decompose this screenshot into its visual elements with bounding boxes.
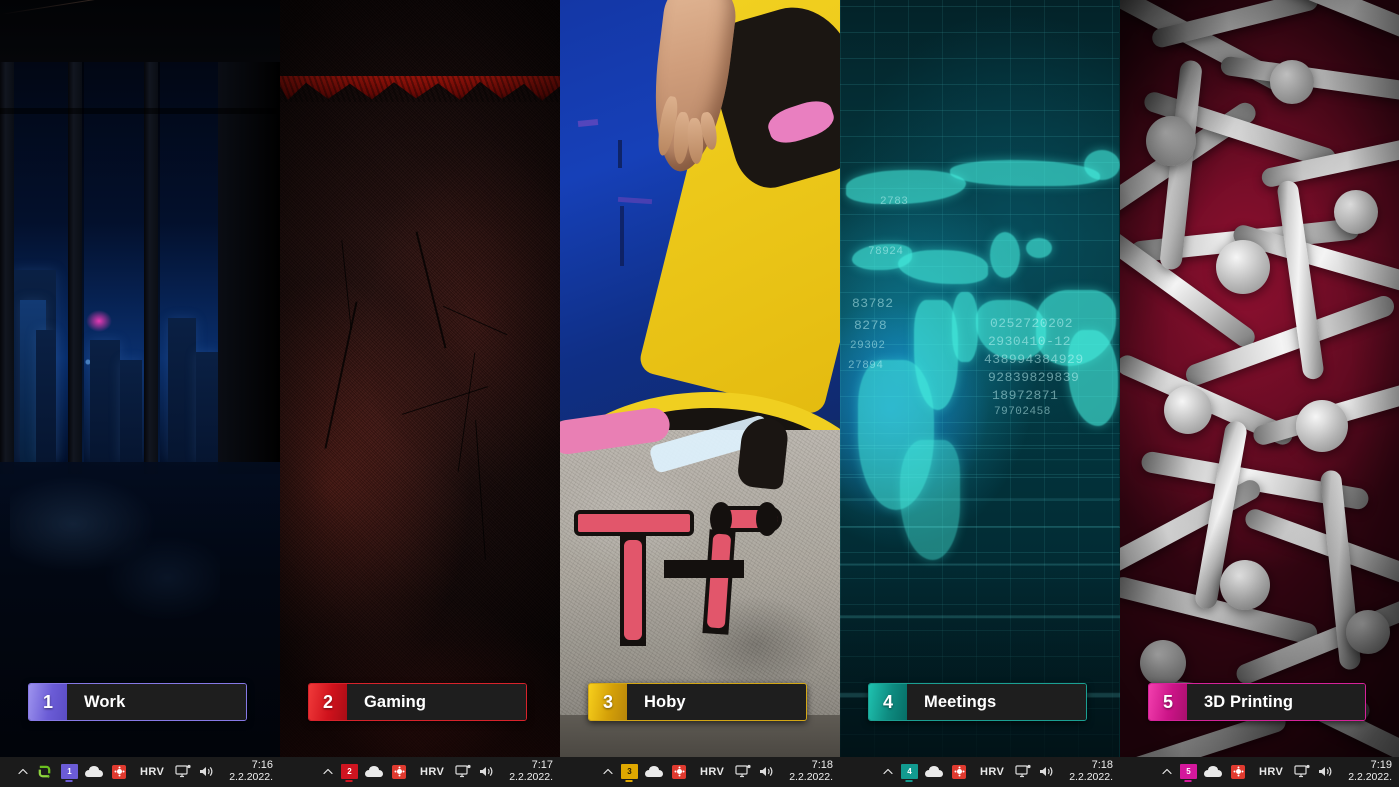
map-number: 438994384929: [984, 352, 1084, 367]
virtual-desktops-overview: 1 Work 1 HRV 7:16 2.2.2022. 2 Gaming 2 H…: [0, 0, 1399, 787]
system-tray-4[interactable]: 4 HRV 7:18 2.2.2022.: [882, 760, 1113, 783]
speaker-volume-icon[interactable]: [1038, 764, 1055, 779]
taskbar-5[interactable]: 5 HRV 7:19 2.2.2022.: [1120, 757, 1399, 787]
monitor-desktop-number-icon[interactable]: 5: [1179, 762, 1198, 781]
desktop-panel-1[interactable]: 1 Work 1 HRV 7:16 2.2.2022.: [0, 0, 280, 787]
system-tray-1[interactable]: 1 HRV 7:16 2.2.2022.: [17, 760, 273, 783]
map-number: 79702458: [994, 406, 1051, 418]
desktop-label-3[interactable]: 3 Hoby: [588, 683, 807, 721]
onedrive-cloud-icon[interactable]: [85, 762, 104, 781]
clock-5[interactable]: 7:19 2.2.2022.: [1348, 760, 1392, 784]
map-number: 18972871: [992, 388, 1059, 403]
monitor-desktop-number-icon[interactable]: 1: [60, 762, 79, 781]
speaker-volume-icon[interactable]: [198, 764, 215, 779]
desktop-label-2[interactable]: 2 Gaming: [308, 683, 527, 721]
clock-date: 2.2.2022.: [1069, 771, 1113, 784]
map-number: 2783: [880, 196, 909, 208]
speaker-volume-icon[interactable]: [478, 764, 495, 779]
taskbar-2[interactable]: 2 HRV 7:17 2.2.2022.: [280, 757, 560, 787]
desktop-name-1: Work: [67, 684, 246, 720]
chevron-up-icon[interactable]: [602, 766, 614, 778]
onedrive-cloud-icon[interactable]: [1204, 762, 1223, 781]
clock-2[interactable]: 7:17 2.2.2022.: [509, 760, 553, 784]
desktop-name-3: Hoby: [627, 684, 806, 720]
wallpaper-hoby: [560, 0, 840, 787]
red-alert-icon[interactable]: [950, 762, 969, 781]
onedrive-cloud-icon[interactable]: [365, 762, 384, 781]
clock-date: 2.2.2022.: [229, 771, 273, 784]
network-icon[interactable]: [175, 764, 192, 779]
wallpaper-3d-printing: [1120, 0, 1399, 787]
desktop-number-4: 4: [869, 684, 907, 720]
clock-date: 2.2.2022.: [789, 771, 833, 784]
monitor-desktop-number-icon[interactable]: 2: [340, 762, 359, 781]
desktop-panel-4[interactable]: 2783 78924 83782 8278 29302 27894 025272…: [840, 0, 1120, 787]
desktop-badge-3: 3: [620, 764, 638, 780]
desktop-panel-3[interactable]: 3 Hoby 3 HRV 7:18 2.2.2022.: [560, 0, 840, 787]
speaker-volume-icon[interactable]: [1317, 764, 1334, 779]
red-alert-icon[interactable]: [110, 762, 129, 781]
clock-3[interactable]: 7:18 2.2.2022.: [789, 760, 833, 784]
system-tray-2[interactable]: 2 HRV 7:17 2.2.2022.: [322, 760, 553, 783]
desktop-label-4[interactable]: 4 Meetings: [868, 683, 1087, 721]
desktop-number-3: 3: [589, 684, 627, 720]
red-alert-icon[interactable]: [1229, 762, 1248, 781]
clock-1[interactable]: 7:16 2.2.2022.: [229, 760, 273, 784]
wallpaper-work: [0, 0, 280, 787]
network-icon[interactable]: [455, 764, 472, 779]
desktop-panel-2[interactable]: 2 Gaming 2 HRV 7:17 2.2.2022.: [280, 0, 560, 787]
desktop-panel-5[interactable]: 5 3D Printing 5 HRV 7:19 2.2.2022.: [1120, 0, 1399, 787]
desktop-badge-2: 2: [340, 764, 358, 780]
map-number: 29302: [850, 340, 886, 352]
chevron-up-icon[interactable]: [322, 766, 334, 778]
taskbar-4[interactable]: 4 HRV 7:18 2.2.2022.: [840, 757, 1120, 787]
map-number: 92839829839: [988, 370, 1080, 385]
desktop-name-2: Gaming: [347, 684, 526, 720]
clock-date: 2.2.2022.: [509, 771, 553, 784]
desktop-badge-4: 4: [900, 764, 918, 780]
language-indicator[interactable]: HRV: [980, 766, 1004, 778]
network-icon[interactable]: [1015, 764, 1032, 779]
language-indicator[interactable]: HRV: [420, 766, 444, 778]
language-indicator[interactable]: HRV: [700, 766, 724, 778]
red-alert-icon[interactable]: [670, 762, 689, 781]
desktop-label-1[interactable]: 1 Work: [28, 683, 247, 721]
desktop-number-5: 5: [1149, 684, 1187, 720]
desktop-label-5[interactable]: 5 3D Printing: [1148, 683, 1366, 721]
wallpaper-gaming: [280, 0, 560, 787]
chevron-up-icon[interactable]: [1161, 766, 1173, 778]
red-alert-icon[interactable]: [390, 762, 409, 781]
map-number: 83782: [852, 296, 894, 311]
onedrive-cloud-icon[interactable]: [925, 762, 944, 781]
speaker-volume-icon[interactable]: [758, 764, 775, 779]
onedrive-cloud-icon[interactable]: [645, 762, 664, 781]
chevron-up-icon[interactable]: [17, 766, 29, 778]
chevron-up-icon[interactable]: [882, 766, 894, 778]
clock-date: 2.2.2022.: [1348, 771, 1392, 784]
monitor-desktop-number-icon[interactable]: 3: [620, 762, 639, 781]
map-number: 27894: [848, 360, 884, 372]
map-number: 8278: [854, 318, 888, 333]
taskbar-3[interactable]: 3 HRV 7:18 2.2.2022.: [560, 757, 840, 787]
desktop-name-5: 3D Printing: [1187, 684, 1365, 720]
network-icon[interactable]: [735, 764, 752, 779]
map-number: 0252720202: [990, 316, 1074, 331]
clock-4[interactable]: 7:18 2.2.2022.: [1069, 760, 1113, 784]
desktop-badge-5: 5: [1179, 764, 1197, 780]
green-sync-icon[interactable]: [35, 762, 54, 781]
wallpaper-meetings: 2783 78924 83782 8278 29302 27894 025272…: [840, 0, 1120, 787]
map-number: 78924: [868, 246, 904, 258]
language-indicator[interactable]: HRV: [1259, 766, 1283, 778]
language-indicator[interactable]: HRV: [140, 766, 164, 778]
desktop-badge-1: 1: [60, 764, 78, 780]
map-number: 2930410-12: [988, 334, 1072, 349]
network-icon[interactable]: [1294, 764, 1311, 779]
desktop-number-2: 2: [309, 684, 347, 720]
taskbar-1[interactable]: 1 HRV 7:16 2.2.2022.: [0, 757, 280, 787]
system-tray-3[interactable]: 3 HRV 7:18 2.2.2022.: [602, 760, 833, 783]
desktop-number-1: 1: [29, 684, 67, 720]
monitor-desktop-number-icon[interactable]: 4: [900, 762, 919, 781]
system-tray-5[interactable]: 5 HRV 7:19 2.2.2022.: [1161, 760, 1392, 783]
desktop-name-4: Meetings: [907, 684, 1086, 720]
